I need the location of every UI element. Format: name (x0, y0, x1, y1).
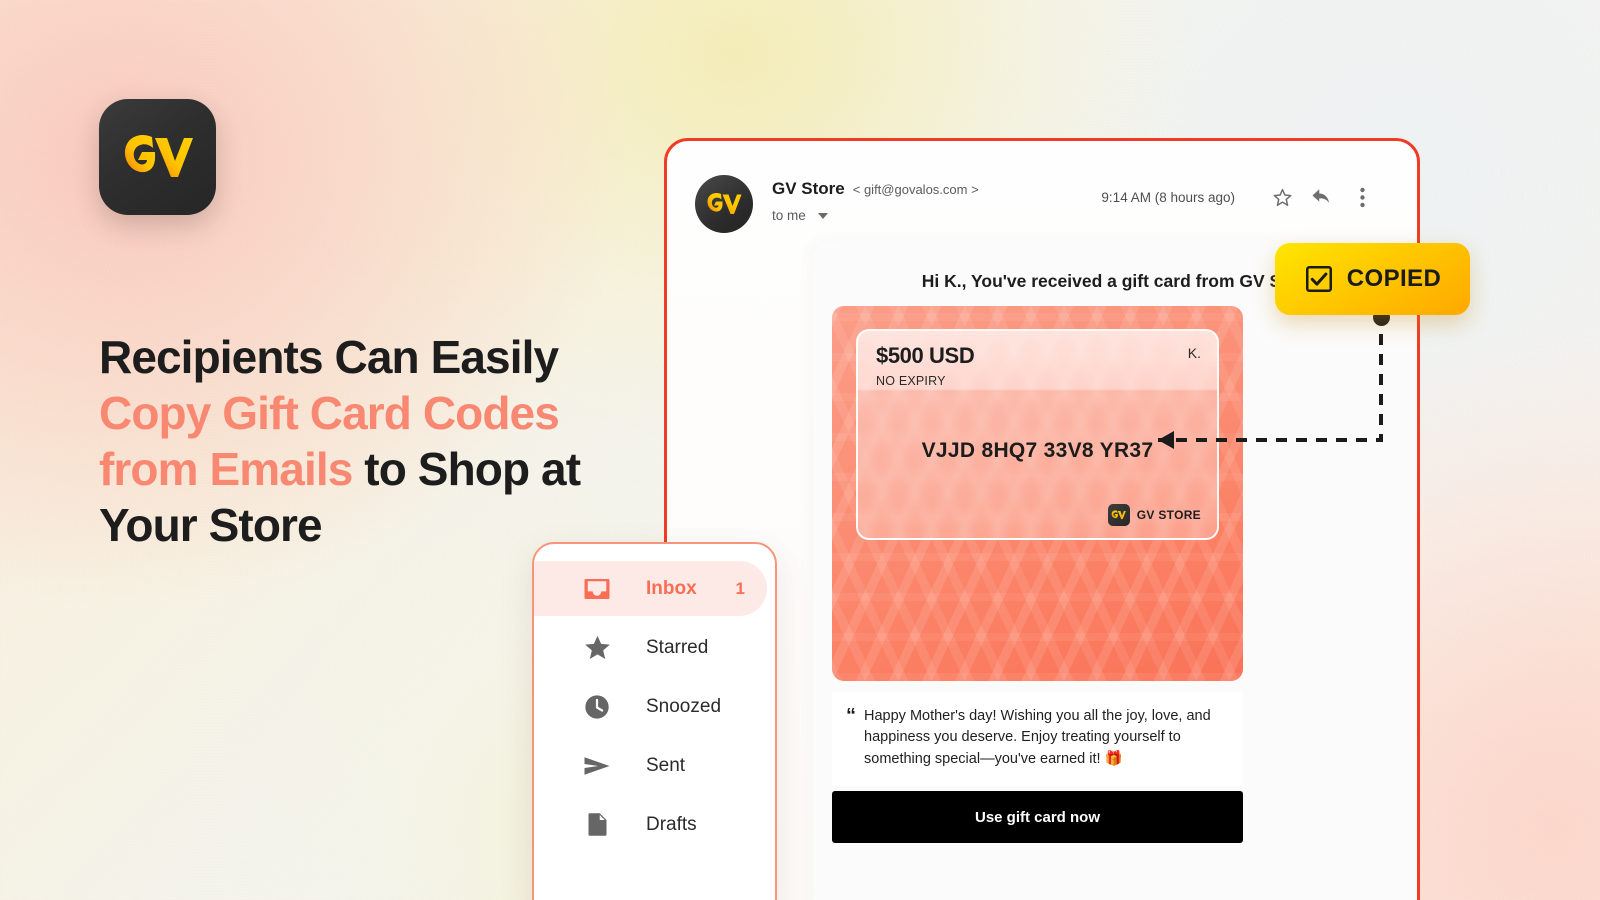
sidebar-item-snoozed[interactable]: Snoozed (534, 679, 767, 734)
chevron-down-icon[interactable] (817, 212, 828, 219)
inbox-icon (580, 572, 614, 606)
more-vertical-icon[interactable] (1345, 180, 1379, 214)
sidebar-item-starred[interactable]: Starred (534, 620, 767, 675)
email-body: Hi K., You've received a gift card from … (813, 242, 1417, 900)
recipient-label: to me (772, 208, 806, 223)
email-actions: 9:14 AM (8 hours ago) (1101, 175, 1379, 214)
page-title: Recipients Can Easily Copy Gift Card Cod… (99, 329, 719, 553)
use-gift-card-button[interactable]: Use gift card now (832, 791, 1243, 843)
headline-line-3-rest: to Shop at (352, 443, 581, 496)
gift-card-brand-label: GV STORE (1136, 508, 1201, 522)
sidebar-item-drafts[interactable]: Drafts (534, 797, 767, 852)
gift-card-expiry: NO EXPIRY (876, 374, 946, 388)
sidebar-item-inbox[interactable]: Inbox 1 (534, 561, 767, 616)
sidebar-item-label: Sent (646, 754, 686, 776)
headline-line-4: Your Store (99, 499, 323, 552)
gift-card-inner-panel: $500 USD NO EXPIRY K. VJJD 8HQ7 33V8 YR3… (856, 329, 1219, 540)
star-icon (580, 631, 614, 665)
sender-name: GV Store (772, 179, 845, 198)
recipient-row[interactable]: to me (772, 208, 1101, 223)
copied-badge[interactable]: COPIED (1275, 243, 1470, 315)
star-icon[interactable] (1265, 180, 1299, 214)
gift-card-brand: GV STORE (1107, 504, 1201, 526)
gv-avatar-icon (706, 192, 742, 216)
send-icon (580, 749, 614, 783)
gift-card-code[interactable]: VJJD 8HQ7 33V8 YR37 (858, 439, 1217, 463)
mail-sidebar: Inbox 1 Starred Snoozed Sent Drafts (532, 542, 777, 900)
sidebar-item-label: Drafts (646, 813, 697, 835)
sidebar-item-label: Starred (646, 636, 709, 658)
reply-icon[interactable] (1305, 180, 1339, 214)
checkbox-checked-icon (1304, 264, 1334, 294)
gv-mini-logo-icon (1107, 504, 1130, 526)
gift-card: $500 USD NO EXPIRY K. VJJD 8HQ7 33V8 YR3… (832, 306, 1243, 681)
headline-line-1: Recipients Can Easily (99, 331, 559, 383)
headline-line-2: Copy Gift Card Codes (99, 387, 560, 440)
email-timestamp: 9:14 AM (8 hours ago) (1101, 189, 1235, 205)
sidebar-item-label: Snoozed (646, 695, 722, 717)
gift-note: “ Happy Mother's day! Wishing you all th… (832, 692, 1243, 787)
sidebar-item-sent[interactable]: Sent (534, 738, 767, 793)
email-header: GV Store < gift@govalos.com > to me 9:14… (667, 141, 1417, 233)
sidebar-item-label: Inbox (646, 577, 697, 599)
clock-icon (580, 690, 614, 724)
email-meta: GV Store < gift@govalos.com > to me (772, 175, 1101, 223)
quote-mark-icon: “ (846, 705, 856, 727)
inbox-unread-count: 1 (735, 578, 745, 598)
gift-card-amount: $500 USD (876, 343, 975, 368)
gv-logo-icon (122, 133, 194, 181)
gift-note-text: Happy Mother's day! Wishing you all the … (864, 708, 1211, 767)
gv-logo-tile (99, 99, 216, 215)
sender-email: < gift@govalos.com > (852, 182, 979, 197)
gift-card-recipient-initial: K. (1187, 345, 1201, 361)
sender-avatar (695, 175, 753, 233)
copied-badge-label: COPIED (1346, 265, 1442, 292)
headline-line-3-accent: from Emails (99, 443, 353, 496)
document-icon (580, 808, 614, 842)
